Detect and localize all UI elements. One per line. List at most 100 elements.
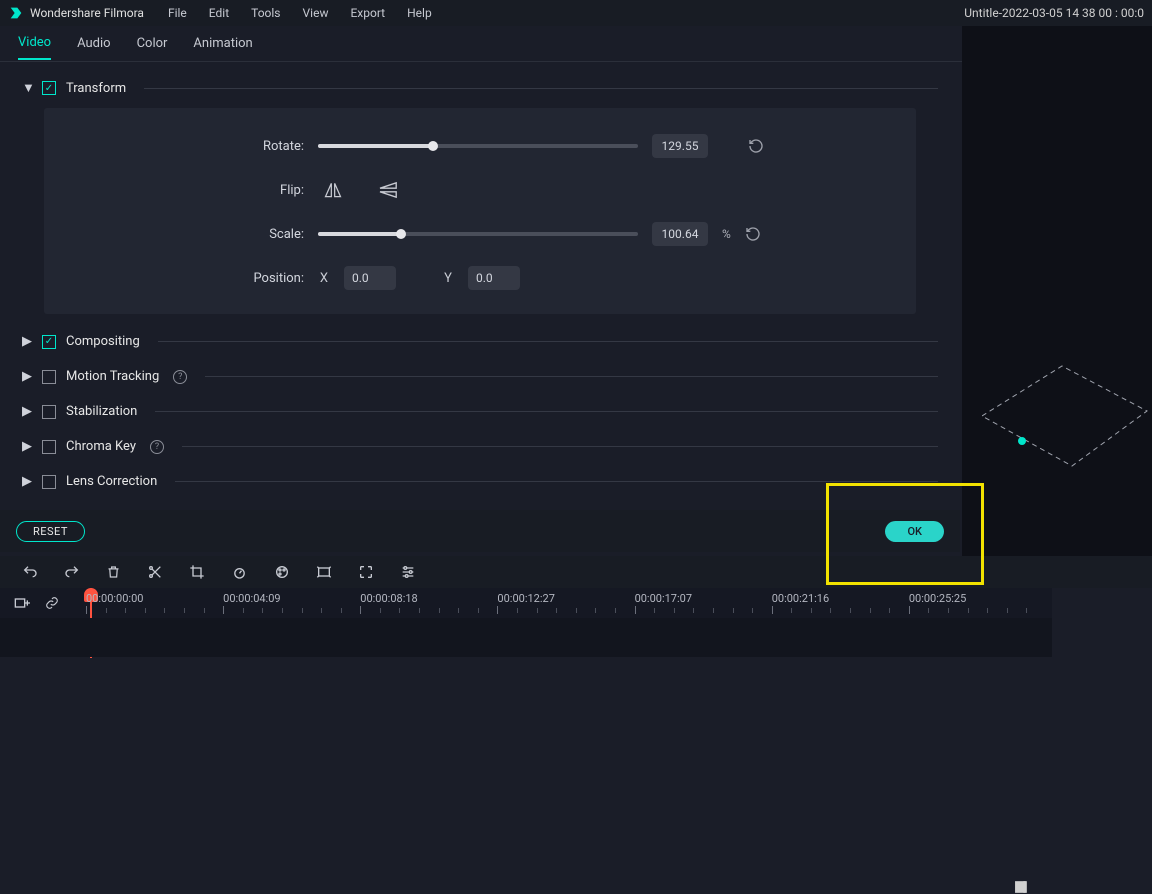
value-scale[interactable]: 100.64 (652, 222, 708, 246)
timeline-ruler[interactable]: 00:00:00:00 00:00:04:09 00:00:08:18 00:00:1… (0, 588, 1052, 618)
expand-icon[interactable] (358, 564, 374, 580)
timeline-toolbar (0, 556, 1152, 588)
checkbox-motion-tracking[interactable]: ✓ (42, 370, 56, 384)
ruler-tick: 00:00:12:27 (497, 592, 554, 605)
section-label: Lens Correction (66, 474, 157, 489)
video-inspector-panel: ▼ ✓ Transform Rotate: 129.55 Flip: (0, 62, 960, 552)
app-logo: Wondershare Filmora (8, 5, 144, 21)
caret-right-icon: ▶ (22, 404, 32, 419)
label-scale: Scale: (64, 227, 304, 242)
section-label: Motion Tracking (66, 369, 159, 384)
add-track-icon[interactable] (14, 596, 30, 610)
reset-rotate-icon[interactable] (748, 138, 764, 154)
flip-vertical-icon[interactable] (374, 178, 404, 202)
info-icon[interactable]: ? (150, 440, 164, 454)
preview-panel (962, 26, 1152, 556)
row-rotate: Rotate: 129.55 (64, 134, 896, 158)
tab-audio[interactable]: Audio (77, 28, 110, 59)
filmora-logo-icon (8, 5, 24, 21)
divider (158, 341, 938, 342)
slider-rotate[interactable] (318, 144, 638, 148)
section-transform[interactable]: ▼ ✓ Transform (0, 74, 960, 102)
section-label: Transform (66, 81, 126, 96)
checkbox-transform[interactable]: ✓ (42, 81, 56, 95)
tab-color[interactable]: Color (137, 28, 168, 59)
caret-right-icon: ▶ (22, 439, 32, 454)
divider (182, 446, 938, 447)
row-position: Position: X 0.0 Y 0.0 (64, 266, 896, 290)
menu-export[interactable]: Export (350, 6, 385, 20)
unit-percent: % (722, 227, 731, 241)
checkbox-stabilization[interactable]: ✓ (42, 405, 56, 419)
divider (175, 481, 938, 482)
section-compositing[interactable]: ▶ ✓ Compositing (0, 328, 960, 355)
color-icon[interactable] (274, 564, 290, 580)
flip-horizontal-icon[interactable] (318, 178, 348, 202)
inspector-footer: RESET OK (0, 510, 960, 552)
section-label: Chroma Key (66, 439, 136, 454)
undo-icon[interactable] (22, 564, 38, 580)
tab-animation[interactable]: Animation (193, 28, 252, 59)
main-menu: File Edit Tools View Export Help (168, 6, 432, 20)
timeline-tracks[interactable] (0, 618, 1052, 657)
checkbox-lens-correction[interactable]: ✓ (42, 475, 56, 489)
tab-video[interactable]: Video (18, 27, 51, 60)
section-lens-correction[interactable]: ▶ ✓ Lens Correction (0, 468, 960, 495)
slider-scale[interactable] (318, 232, 638, 236)
ruler-controls (0, 588, 86, 618)
menu-view[interactable]: View (303, 6, 329, 20)
divider (205, 376, 938, 377)
axis-x: X (318, 271, 330, 286)
checkbox-chroma-key[interactable]: ✓ (42, 440, 56, 454)
ruler-track[interactable]: 00:00:00:00 00:00:04:09 00:00:08:18 00:00:1… (86, 588, 1052, 618)
info-icon[interactable]: ? (173, 370, 187, 384)
ok-button[interactable]: OK (885, 521, 944, 542)
link-icon[interactable] (44, 596, 60, 610)
ruler-tick: 00:00:08:18 (360, 592, 417, 605)
app-titlebar: Wondershare Filmora File Edit Tools View… (0, 0, 1152, 26)
reset-button[interactable]: RESET (16, 521, 85, 542)
checkbox-compositing[interactable]: ✓ (42, 335, 56, 349)
menu-help[interactable]: Help (407, 6, 432, 20)
caret-down-icon: ▼ (22, 80, 32, 96)
section-stabilization[interactable]: ▶ ✓ Stabilization (0, 398, 960, 425)
reset-scale-icon[interactable] (745, 226, 761, 242)
section-label: Stabilization (66, 404, 137, 419)
menu-edit[interactable]: Edit (209, 6, 229, 20)
label-rotate: Rotate: (64, 139, 304, 154)
ruler-tick: 00:00:04:09 (223, 592, 280, 605)
caret-right-icon: ▶ (22, 474, 32, 489)
divider (155, 411, 938, 412)
green-screen-icon[interactable] (316, 564, 332, 580)
row-scale: Scale: 100.64 % (64, 222, 896, 246)
app-name: Wondershare Filmora (30, 6, 144, 20)
menu-tools[interactable]: Tools (251, 6, 280, 20)
delete-icon[interactable] (106, 564, 121, 580)
speed-icon[interactable] (231, 564, 248, 580)
row-flip: Flip: (64, 178, 896, 202)
value-position-x[interactable]: 0.0 (344, 266, 396, 290)
label-flip: Flip: (64, 183, 304, 198)
transform-card: Rotate: 129.55 Flip: Scale: 100.64 (44, 108, 916, 314)
preview-clip-outline (982, 356, 1152, 476)
section-label: Compositing (66, 334, 140, 349)
caret-right-icon: ▶ (22, 334, 32, 349)
ruler-tick: 00:00:00:00 (86, 592, 143, 605)
section-chroma-key[interactable]: ▶ ✓ Chroma Key ? (0, 433, 960, 460)
project-title: Untitle-2022-03-05 14 38 00 : 00:0 (964, 6, 1144, 20)
section-motion-tracking[interactable]: ▶ ✓ Motion Tracking ? (0, 363, 960, 390)
redo-icon[interactable] (64, 564, 80, 580)
value-rotate[interactable]: 129.55 (652, 134, 708, 158)
value-position-y[interactable]: 0.0 (468, 266, 520, 290)
label-position: Position: (64, 271, 304, 286)
menu-file[interactable]: File (168, 6, 187, 20)
split-icon[interactable] (147, 564, 163, 580)
ruler-tick: 00:00:17:07 (635, 592, 692, 605)
ruler-tick: 00:00:25:25 (909, 592, 966, 605)
axis-y: Y (442, 271, 454, 286)
ruler-tick: 00:00:21:16 (772, 592, 829, 605)
caret-right-icon: ▶ (22, 369, 32, 384)
settings-sliders-icon[interactable] (400, 564, 416, 580)
crop-icon[interactable] (189, 564, 205, 580)
divider (144, 88, 938, 89)
